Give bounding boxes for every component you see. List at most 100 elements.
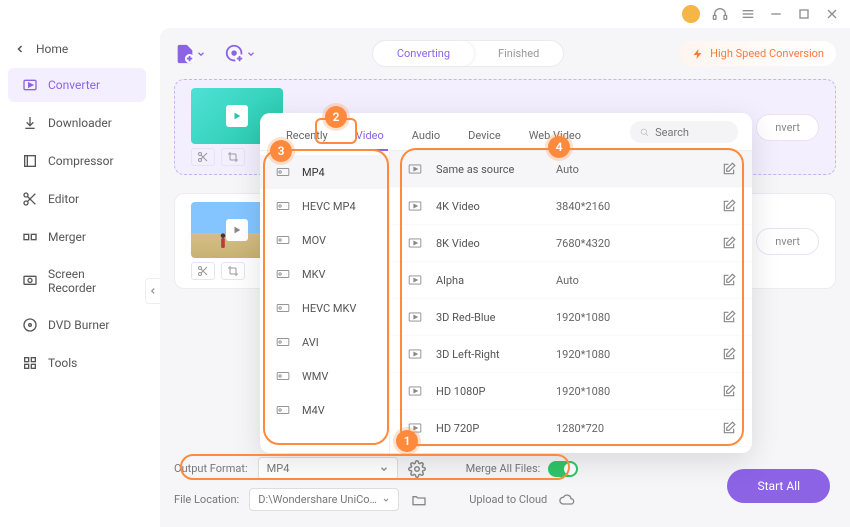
sidebar-item-tools[interactable]: Tools — [8, 346, 146, 380]
format-icon — [274, 369, 292, 383]
format-item-hevc-mkv[interactable]: HEVC MKV — [260, 291, 389, 325]
sidebar-item-merger[interactable]: Merger — [8, 220, 146, 254]
person-silhouette — [217, 232, 229, 254]
sidebar-item-downloader[interactable]: Downloader — [8, 106, 146, 140]
video-icon — [406, 162, 424, 176]
format-list[interactable]: MP4HEVC MP4MOVMKVHEVC MKVAVIWMVM4V — [260, 151, 390, 453]
format-icon — [274, 233, 292, 247]
high-speed-conversion[interactable]: High Speed Conversion — [680, 41, 836, 66]
video-icon — [406, 384, 424, 398]
sidebar-item-label: Merger — [48, 230, 86, 244]
tab-recently[interactable]: Recently — [276, 121, 338, 150]
headset-icon[interactable] — [712, 6, 728, 22]
tab-webvideo[interactable]: Web Video — [519, 121, 591, 150]
merge-all-toggle[interactable] — [548, 461, 578, 477]
add-file-button[interactable] — [174, 43, 206, 65]
disc-icon — [22, 317, 38, 333]
output-format-select[interactable]: MP4 — [258, 457, 398, 480]
format-item-mkv[interactable]: MKV — [260, 257, 389, 291]
recorder-icon — [22, 273, 38, 289]
format-item-avi[interactable]: AVI — [260, 325, 389, 359]
video-icon — [406, 421, 424, 435]
compressor-icon — [22, 153, 38, 169]
resolution-item[interactable]: 3D Left-Right1920*1080 — [390, 336, 752, 373]
edit-preset-icon[interactable] — [722, 347, 736, 361]
edit-preset-icon[interactable] — [722, 162, 736, 176]
resolution-item[interactable]: 3D Red-Blue1920*1080 — [390, 299, 752, 336]
format-icon — [274, 199, 292, 213]
grid-icon — [22, 355, 38, 371]
close-button[interactable] — [824, 6, 840, 22]
format-panel: Recently Video Audio Device Web Video MP… — [260, 113, 752, 453]
file-location-select[interactable]: D:\Wondershare UniConverter 1 — [249, 488, 399, 511]
output-settings-button[interactable] — [408, 460, 426, 478]
format-item-wmv[interactable]: WMV — [260, 359, 389, 393]
start-all-button[interactable]: Start All — [727, 469, 830, 503]
resolution-item[interactable]: Same as sourceAuto — [390, 151, 752, 188]
search-input[interactable] — [655, 126, 728, 139]
resolution-item[interactable]: 8K Video7680*4320 — [390, 225, 752, 262]
format-item-m4v[interactable]: M4V — [260, 393, 389, 427]
menu-icon[interactable] — [740, 6, 756, 22]
sidebar-item-converter[interactable]: Converter — [8, 68, 146, 102]
trim-button[interactable] — [191, 262, 215, 280]
resolution-item[interactable]: AlphaAuto — [390, 262, 752, 299]
edit-preset-icon[interactable] — [722, 273, 736, 287]
convert-button-1[interactable]: nvert — [756, 114, 819, 141]
edit-preset-icon[interactable] — [722, 199, 736, 213]
sidebar-item-compressor[interactable]: Compressor — [8, 144, 146, 178]
edit-preset-icon[interactable] — [722, 236, 736, 250]
add-dvd-button[interactable] — [224, 43, 256, 65]
chevron-down-icon — [382, 495, 390, 505]
tab-video[interactable]: Video — [346, 121, 394, 150]
maximize-button[interactable] — [796, 6, 812, 22]
download-icon — [22, 115, 38, 131]
resolution-list[interactable]: Same as sourceAuto4K Video3840*21608K Vi… — [390, 151, 752, 453]
open-folder-button[interactable] — [409, 490, 429, 510]
edit-preset-icon[interactable] — [722, 310, 736, 324]
edit-preset-icon[interactable] — [722, 384, 736, 398]
sidebar-item-label: DVD Burner — [48, 318, 109, 332]
file-location-label: File Location: — [174, 493, 239, 506]
resolution-item[interactable]: HD 1080P1920*1080 — [390, 373, 752, 410]
trim-button[interactable] — [191, 148, 215, 166]
crop-button[interactable] — [221, 148, 245, 166]
bolt-icon — [692, 48, 704, 60]
format-item-hevc-mp4[interactable]: HEVC MP4 — [260, 189, 389, 223]
format-item-mp4[interactable]: MP4 — [260, 155, 389, 189]
avatar[interactable] — [682, 5, 700, 23]
collapse-sidebar-button[interactable] — [145, 278, 161, 304]
resolution-item[interactable]: HD 720P1280*720 — [390, 410, 752, 447]
format-search[interactable] — [630, 121, 738, 143]
sidebar-item-dvd-burner[interactable]: DVD Burner — [8, 308, 146, 342]
resolution-item[interactable]: 4K Video3840*2160 — [390, 188, 752, 225]
sidebar-item-screen-recorder[interactable]: Screen Recorder — [8, 258, 146, 304]
crop-button[interactable] — [221, 262, 245, 280]
tab-device[interactable]: Device — [458, 121, 511, 150]
tab-converting[interactable]: Converting — [373, 41, 474, 66]
play-icon — [226, 219, 248, 241]
format-icon — [274, 403, 292, 417]
minimize-button[interactable] — [768, 6, 784, 22]
cloud-icon[interactable] — [557, 490, 577, 510]
video-icon — [406, 273, 424, 287]
edit-preset-icon[interactable] — [722, 421, 736, 435]
tab-finished[interactable]: Finished — [474, 41, 563, 66]
topbar: Converting Finished High Speed Conversio… — [174, 40, 836, 67]
home-label: Home — [36, 42, 68, 56]
state-tabs: Converting Finished — [372, 40, 564, 67]
format-item-mov[interactable]: MOV — [260, 223, 389, 257]
back-home[interactable]: Home — [0, 34, 154, 64]
sidebar-item-label: Tools — [48, 356, 77, 370]
format-icon — [274, 165, 292, 179]
converter-icon — [22, 77, 38, 93]
sidebar-item-label: Compressor — [48, 154, 114, 168]
merge-label: Merge All Files: — [466, 462, 541, 475]
convert-button-2[interactable]: nvert — [756, 228, 819, 255]
video-icon — [406, 347, 424, 361]
format-icon — [274, 267, 292, 281]
sidebar-item-editor[interactable]: Editor — [8, 182, 146, 216]
merger-icon — [22, 229, 38, 245]
tab-audio[interactable]: Audio — [402, 121, 450, 150]
format-icon — [274, 301, 292, 315]
